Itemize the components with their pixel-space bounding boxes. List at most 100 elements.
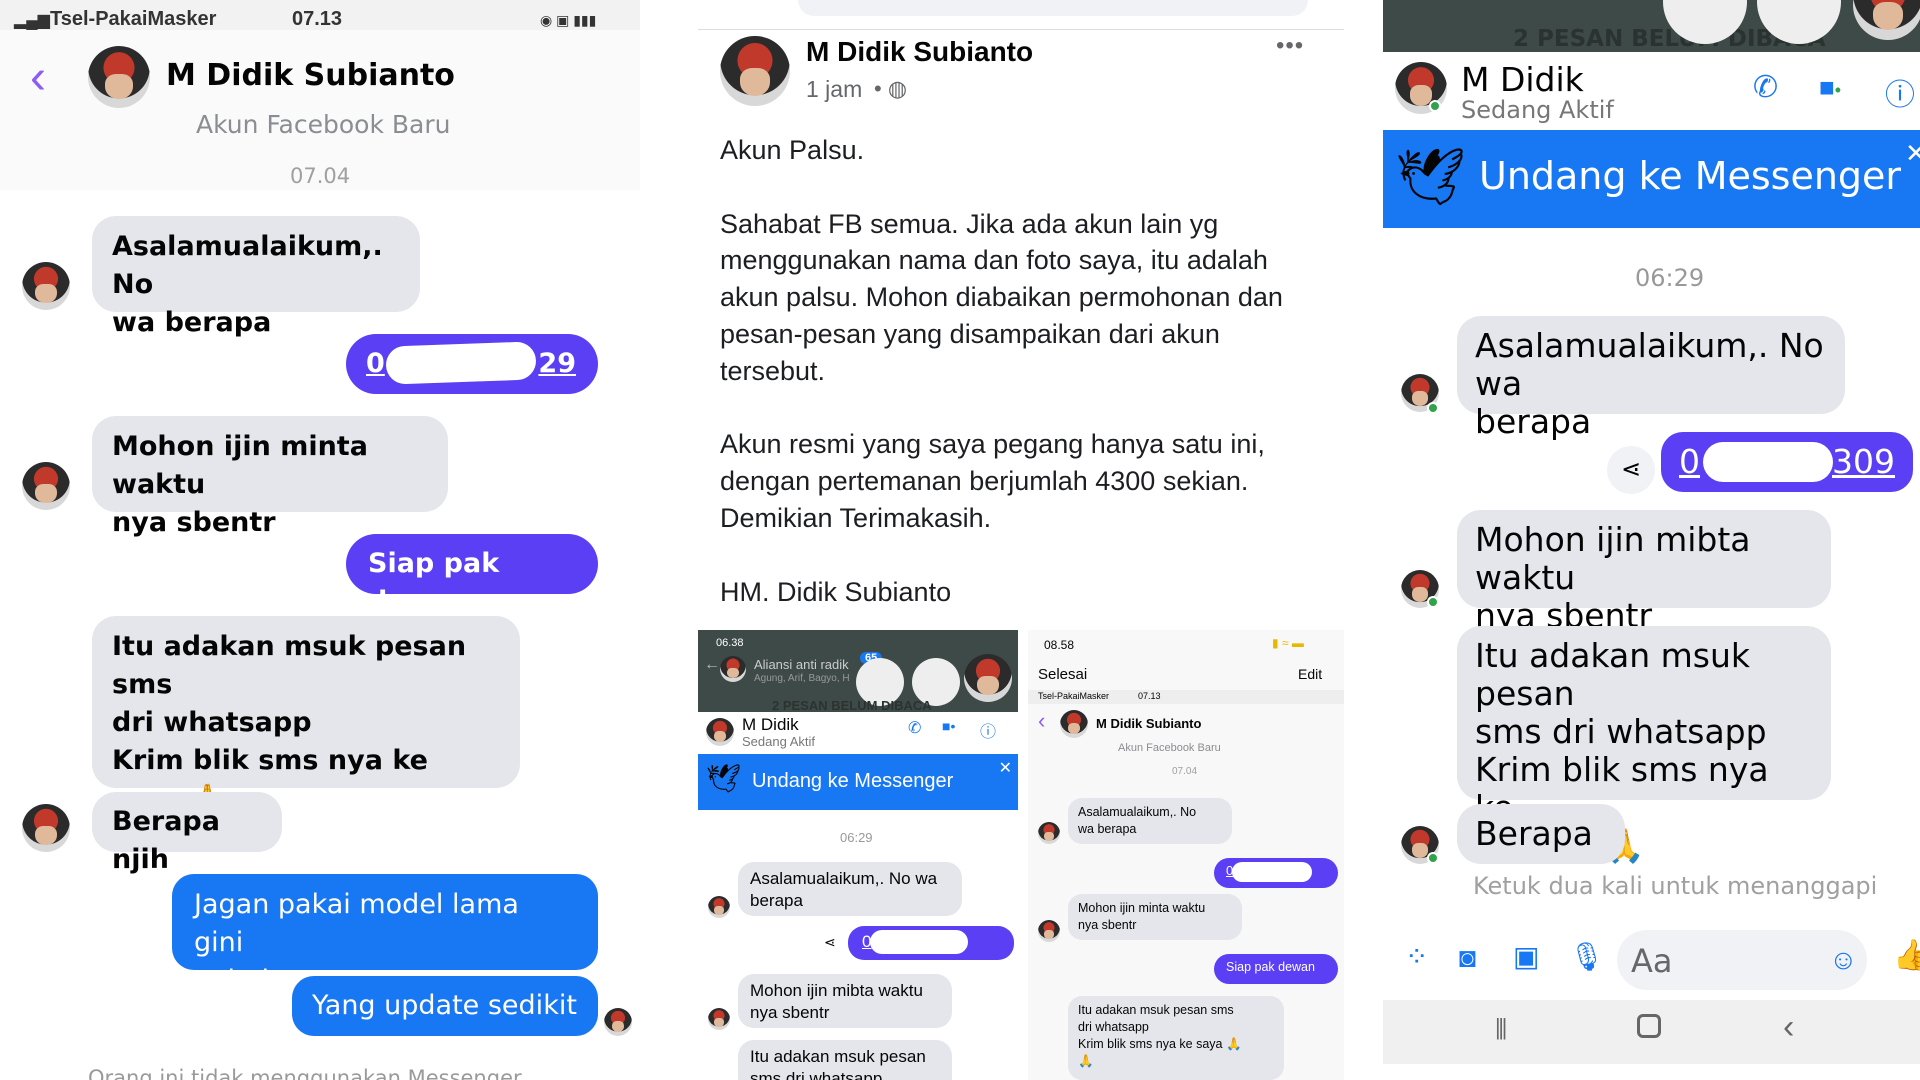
- unread-banner: 2 PESAN BELUM DIBACA: [772, 698, 932, 713]
- message-bubble[interactable]: Jagan pakai model lama gini pak dewan: [172, 874, 598, 996]
- contact-subtitle: Akun Facebook Baru: [1118, 742, 1221, 754]
- contact-name[interactable]: M Didik Subianto: [166, 58, 455, 93]
- avatar[interactable]: [1060, 710, 1088, 738]
- message-bubble[interactable]: Itu adakan msuk pesan sms dri whatsapp: [738, 1040, 952, 1080]
- search-pill: [798, 0, 1308, 16]
- invite-mascot-icon: 🕊: [706, 763, 742, 794]
- phone-icon[interactable]: ✆: [908, 718, 921, 738]
- done-button[interactable]: Selesai: [1038, 666, 1087, 683]
- invite-label[interactable]: Undang ke Messenger: [1479, 154, 1901, 198]
- panel-divider: [1018, 630, 1028, 1080]
- notification-strip: 2 PESAN BELUM DIBACA: [1383, 0, 1920, 52]
- composer-bar: ⁘ ◙ ▣ 🎙 Aa ☺ 👍: [1383, 920, 1920, 1000]
- online-indicator: [1429, 100, 1441, 112]
- info-icon[interactable]: ⓘ: [1885, 70, 1915, 114]
- avatar[interactable]: [720, 36, 790, 106]
- avatar: [22, 462, 70, 510]
- invite-banner[interactable]: 🕊 Undang ke Messenger ✕: [1383, 130, 1920, 228]
- message-input[interactable]: Aa ☺: [1617, 930, 1867, 990]
- carrier-label: Tsel-PakaiMasker: [50, 8, 217, 30]
- message-bubble-redacted[interactable]: 0 309: [1661, 432, 1913, 492]
- phone-icon[interactable]: ✆: [1753, 70, 1778, 105]
- message-bubble[interactable]: Mohon ijin mibta waktu nya sbentr: [1457, 510, 1831, 635]
- more-options-icon[interactable]: •••: [1276, 32, 1304, 60]
- avatar: [964, 654, 1012, 702]
- back-chevron-icon[interactable]: ‹: [1038, 708, 1045, 734]
- back-icon[interactable]: ‹: [1783, 1008, 1794, 1047]
- message-bubble-redacted[interactable]: 0 29: [346, 334, 598, 394]
- online-indicator: [1427, 596, 1439, 608]
- video-icon[interactable]: ■•: [942, 718, 955, 734]
- message-bubble[interactable]: Asalamualaikum,. No wa berapa: [1068, 798, 1232, 844]
- message-bubble[interactable]: Asalamualaikum,. No wa berapa: [738, 862, 962, 916]
- post-time[interactable]: 1 jam: [806, 76, 862, 103]
- avatar[interactable]: [88, 46, 150, 108]
- invite-mascot-icon: 🕊: [1395, 145, 1467, 208]
- screenshot-panel-3: 2 PESAN BELUM DIBACA M Didik Sedang Akti…: [1383, 0, 1920, 1080]
- share-icon[interactable]: ⋖: [1607, 446, 1655, 494]
- status-time: 06.38: [716, 637, 744, 649]
- message-bubble[interactable]: Berapa: [1457, 804, 1625, 864]
- avatar: [1038, 822, 1060, 844]
- invite-banner[interactable]: 🕊 Undang ke Messenger ✕: [698, 754, 1018, 810]
- back-chevron-icon[interactable]: ‹: [30, 50, 46, 105]
- avatar: [708, 1008, 730, 1030]
- redaction-scribble: [870, 930, 968, 954]
- info-icon[interactable]: ⓘ: [980, 718, 996, 742]
- message-bubble[interactable]: Mohon ijin minta waktu nya sbentr: [1068, 894, 1242, 940]
- camera-icon[interactable]: ◙: [1459, 942, 1476, 974]
- edit-button[interactable]: Edit: [1298, 666, 1322, 682]
- time-divider: 06:29: [840, 830, 873, 845]
- contact-name[interactable]: M Didik Subianto: [1096, 716, 1201, 731]
- share-icon[interactable]: ⋖: [824, 934, 836, 951]
- notification-strip: 06.38 ← Aliansi anti radik Agung, Arif, …: [698, 630, 1018, 713]
- invite-label[interactable]: Undang ke Messenger: [752, 770, 953, 793]
- message-bubble-redacted[interactable]: 0: [848, 926, 1014, 960]
- message-bubble[interactable]: Itu adakan msuk pesan sms dri whatsapp K…: [92, 616, 520, 852]
- mic-icon[interactable]: 🎙: [1569, 940, 1605, 973]
- message-bubble[interactable]: Asalamualaikum,. No wa berapa: [1457, 316, 1845, 441]
- recents-icon[interactable]: ⦀: [1495, 1014, 1507, 1047]
- date-divider: 07.04: [1172, 766, 1198, 777]
- close-icon[interactable]: ✕: [1905, 138, 1920, 169]
- avatar: [1038, 920, 1060, 942]
- presence-label: Sedang Aktif: [1461, 96, 1614, 124]
- message-bubble[interactable]: Siap pak dewan: [346, 534, 598, 617]
- message-input-placeholder: Aa: [1631, 942, 1673, 980]
- status-time: 08.58: [1044, 638, 1075, 652]
- avatar: [604, 1008, 632, 1036]
- message-bubble[interactable]: Itu adakan msuk pesan sms dri whatsapp K…: [1457, 626, 1831, 865]
- like-icon[interactable]: 👍: [1893, 938, 1920, 973]
- status-time: 07.13: [292, 8, 343, 30]
- time-divider: 06:29: [1635, 264, 1705, 292]
- signal-icon: ▂▄▆: [14, 12, 50, 29]
- message-bubble[interactable]: Asalamualaikum,. No wa berapa: [92, 216, 420, 338]
- contact-name[interactable]: M Didik: [742, 714, 799, 736]
- avatar: [22, 262, 70, 310]
- gallery-icon[interactable]: ▣: [1513, 940, 1539, 973]
- message-bubble[interactable]: Itu adakan msuk pesan sms dri whatsapp K…: [1068, 996, 1284, 1080]
- embedded-screenshot-left: 06.38 ← Aliansi anti radik Agung, Arif, …: [698, 630, 1018, 1080]
- messenger-notice: Orang ini tidak menggunakan Messenger: [88, 1066, 522, 1080]
- video-icon[interactable]: ■•: [1819, 72, 1841, 103]
- contact-name[interactable]: M Didik: [1461, 60, 1584, 99]
- android-nav-bar: ⦀ ‹: [1383, 1000, 1920, 1064]
- message-bubble-redacted[interactable]: 0: [1214, 858, 1338, 888]
- message-bubble[interactable]: Siap pak dewan: [1214, 954, 1338, 984]
- close-icon[interactable]: ✕: [999, 758, 1012, 778]
- back-arrow-icon: ←: [704, 656, 720, 673]
- message-bubble[interactable]: Yang update sedikit: [292, 976, 598, 1036]
- redaction-scribble: [1703, 442, 1833, 482]
- message-bubble[interactable]: Mohon ijin mibta waktu nya sbentr: [738, 974, 952, 1028]
- date-divider: 07.04: [290, 164, 351, 188]
- avatar: [22, 804, 70, 852]
- post-author[interactable]: M Didik Subianto: [806, 36, 1033, 68]
- battery-icon: ◉ ▣ ▮▮▮: [540, 12, 597, 28]
- wifi-battery-icon: ▮ ≈ ▬: [1272, 636, 1304, 650]
- inner-status: Tsel-PakaiMasker 07.13: [1028, 690, 1344, 704]
- emoji-icon[interactable]: ☺: [1829, 944, 1858, 976]
- message-bubble[interactable]: Berapa njih: [92, 792, 282, 875]
- message-bubble[interactable]: Mohon ijin minta waktu nya sbentr: [92, 416, 448, 538]
- apps-icon[interactable]: ⁘: [1405, 940, 1428, 973]
- home-icon[interactable]: [1637, 1014, 1661, 1038]
